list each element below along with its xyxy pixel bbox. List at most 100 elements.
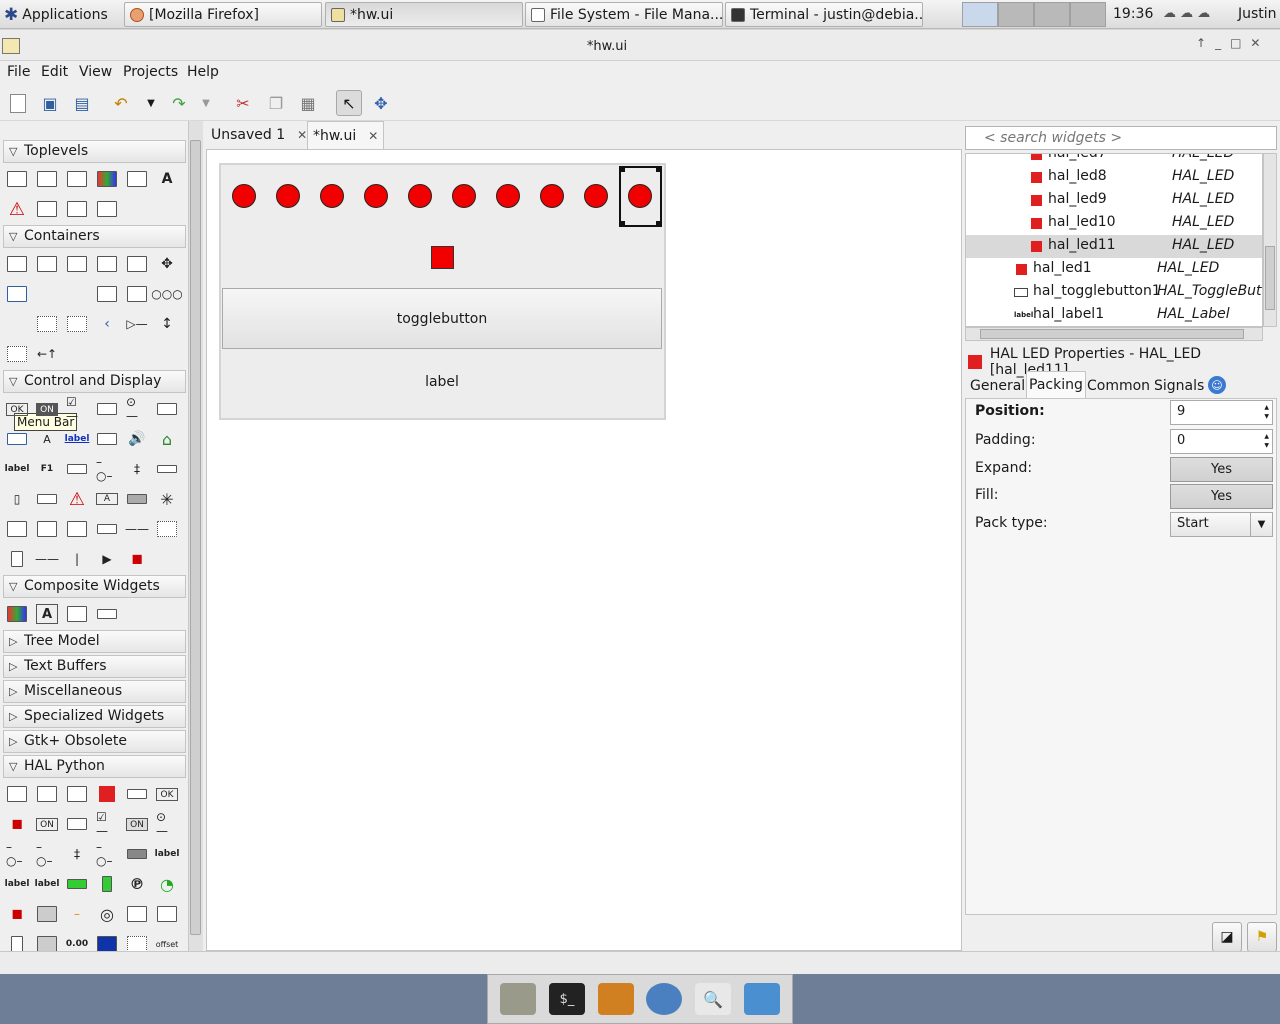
hal-led7[interactable] — [452, 184, 476, 208]
hal-hbox-icon[interactable] — [36, 784, 58, 804]
hal-hscale-icon[interactable]: –○– — [6, 840, 28, 868]
position-spinbutton[interactable]: 9 ▲ ▼ — [1170, 400, 1273, 425]
hal-progressbar-icon[interactable] — [126, 844, 148, 864]
clock[interactable]: 19:36 — [1113, 6, 1153, 22]
entry-field-icon[interactable] — [66, 459, 88, 479]
undo-dropdown-icon[interactable]: ▼ — [138, 90, 164, 116]
tab-unsaved-1[interactable]: Unsaved 1 ✕ — [206, 121, 312, 149]
redo-icon[interactable]: ↷ — [166, 90, 192, 116]
hal-jogwheel-icon[interactable]: ◎ — [96, 904, 118, 924]
menu-projects[interactable]: Projects — [123, 64, 178, 80]
cut-icon[interactable]: ✂ — [230, 90, 256, 116]
new-icon[interactable] — [5, 90, 31, 116]
hal-vscale-icon[interactable]: ‡ — [66, 844, 88, 864]
hal-led6[interactable] — [408, 184, 432, 208]
progress-bar-icon[interactable] — [96, 429, 118, 449]
spin-arrows-icon[interactable]: ▲ ▼ — [1264, 432, 1269, 450]
tab-signals[interactable]: Signals — [1152, 373, 1206, 398]
user-name[interactable]: Justin — [1238, 6, 1277, 22]
resize-handle[interactable] — [656, 166, 662, 172]
hscrollbar-icon[interactable] — [156, 459, 178, 479]
pack-type-combo[interactable]: Start ▼ — [1170, 512, 1273, 537]
event-box-icon[interactable]: ←↑ — [36, 344, 58, 364]
tab-general[interactable]: General — [968, 373, 1027, 398]
check-button-icon[interactable]: ☑— — [66, 395, 88, 423]
statusbar-icon[interactable] — [126, 489, 148, 509]
resize-handle[interactable] — [619, 221, 625, 227]
folder-icon[interactable] — [743, 983, 780, 1015]
hal-blank1-icon[interactable] — [126, 904, 148, 924]
tree-view-icon[interactable] — [36, 519, 58, 539]
label-icon[interactable]: A — [36, 429, 58, 449]
hal-shapes-icon[interactable]: ◼ — [6, 904, 28, 924]
hal-label-icon[interactable]: label — [155, 844, 180, 864]
tree-row[interactable]: label hal_label1 HAL_Label — [966, 304, 1262, 326]
hal-bar-icon[interactable] — [66, 874, 88, 894]
menu-view[interactable]: View — [79, 64, 112, 80]
recent-chooser-icon[interactable] — [96, 199, 118, 219]
menu-bar-icon[interactable] — [6, 284, 28, 304]
button-box-icon[interactable]: ○○○ — [151, 284, 182, 304]
dialog-icon[interactable] — [36, 169, 58, 189]
tree-row[interactable]: hal_togglebutton1 HAL_ToggleButton — [966, 281, 1262, 304]
hal-slider-icon[interactable]: –○– — [96, 840, 118, 868]
close-tab-icon[interactable]: ✕ — [368, 129, 378, 143]
section-tree-model[interactable]: ▷ Tree Model — [3, 630, 186, 653]
font-dialog-icon[interactable]: A — [156, 169, 178, 189]
close-tab-icon[interactable]: ✕ — [297, 128, 307, 142]
tree-row[interactable]: hal_led9 HAL_LED — [966, 189, 1262, 212]
close-icon[interactable]: ✕ — [1250, 36, 1269, 50]
drag-resize-icon[interactable]: ✥ — [368, 90, 394, 116]
hal-radiobutton-icon[interactable]: ON — [126, 818, 148, 831]
hal-radio-icon[interactable]: ⊙— — [156, 810, 178, 838]
hal-combobox-icon[interactable] — [126, 784, 148, 804]
hal-dial-icon[interactable] — [36, 904, 58, 924]
hal-button-icon[interactable]: OK — [156, 788, 178, 801]
vscrollbar-icon[interactable]: ▯ — [6, 489, 28, 509]
tree-row[interactable]: hal_led1 HAL_LED — [966, 258, 1262, 281]
icon-view-icon[interactable] — [66, 519, 88, 539]
section-specialized-widgets[interactable]: ▷ Specialized Widgets — [3, 705, 186, 728]
menu-help[interactable]: Help — [187, 64, 219, 80]
task-terminal[interactable]: Terminal - justin@debia... — [725, 2, 923, 27]
image-icon[interactable]: ⌂ — [156, 429, 178, 449]
section-text-buffers[interactable]: ▷ Text Buffers — [3, 655, 186, 678]
tree-row[interactable]: hal_led8 HAL_LED — [966, 166, 1262, 189]
workspace-switcher[interactable] — [962, 2, 1106, 27]
color-button-icon[interactable] — [6, 604, 28, 624]
arrow-icon[interactable]: ▶ — [96, 549, 118, 569]
file-cabinet-icon[interactable] — [597, 983, 634, 1015]
spin-arrows-icon[interactable]: ▲ ▼ — [1264, 403, 1269, 421]
section-gtk-obsolete[interactable]: ▷ Gtk+ Obsolete — [3, 730, 186, 753]
hal-led-icon[interactable] — [96, 784, 118, 804]
expand-toggle[interactable]: Yes — [1170, 457, 1273, 482]
spin-button-icon[interactable] — [96, 399, 118, 419]
separator-icon[interactable]: —— — [35, 549, 59, 569]
up-arrow-icon[interactable]: ↑ — [1196, 36, 1215, 50]
tree-hscrollbar[interactable] — [965, 327, 1263, 341]
hal-led4[interactable] — [320, 184, 344, 208]
file-dialog-icon[interactable] — [126, 169, 148, 189]
calendar-icon[interactable] — [96, 519, 118, 539]
hal-scale-icon[interactable]: –○– — [36, 840, 58, 868]
select-pointer-icon[interactable]: ↖ — [336, 90, 362, 116]
notebook-icon[interactable] — [96, 254, 118, 274]
padding-spinbutton[interactable]: 0 ▲ ▼ — [1170, 429, 1273, 454]
tree-row-selected[interactable]: hal_led11 HAL_LED — [966, 235, 1262, 258]
hal-dro-icon[interactable]: 0.00 — [66, 934, 88, 951]
search-icon[interactable]: 🔍 — [694, 983, 731, 1015]
window-icon[interactable] — [6, 169, 28, 189]
paste-icon[interactable]: ▦ — [295, 90, 321, 116]
show-desktop-icon[interactable] — [500, 983, 537, 1015]
accessibility-icon[interactable]: ☺ — [1208, 376, 1226, 394]
vpaned-icon[interactable] — [126, 284, 148, 304]
hpaned-icon[interactable] — [96, 284, 118, 304]
fixed-icon[interactable]: ✥ — [156, 254, 178, 274]
app-chooser-icon[interactable] — [96, 604, 118, 624]
section-miscellaneous[interactable]: ▷ Miscellaneous — [3, 680, 186, 703]
entry-icon[interactable] — [6, 429, 28, 449]
task-firefox[interactable]: [Mozilla Firefox] — [124, 2, 322, 27]
hal-led8[interactable] — [496, 184, 520, 208]
hal-vbar-icon[interactable] — [96, 874, 118, 894]
hal-grid-icon[interactable] — [36, 934, 58, 951]
